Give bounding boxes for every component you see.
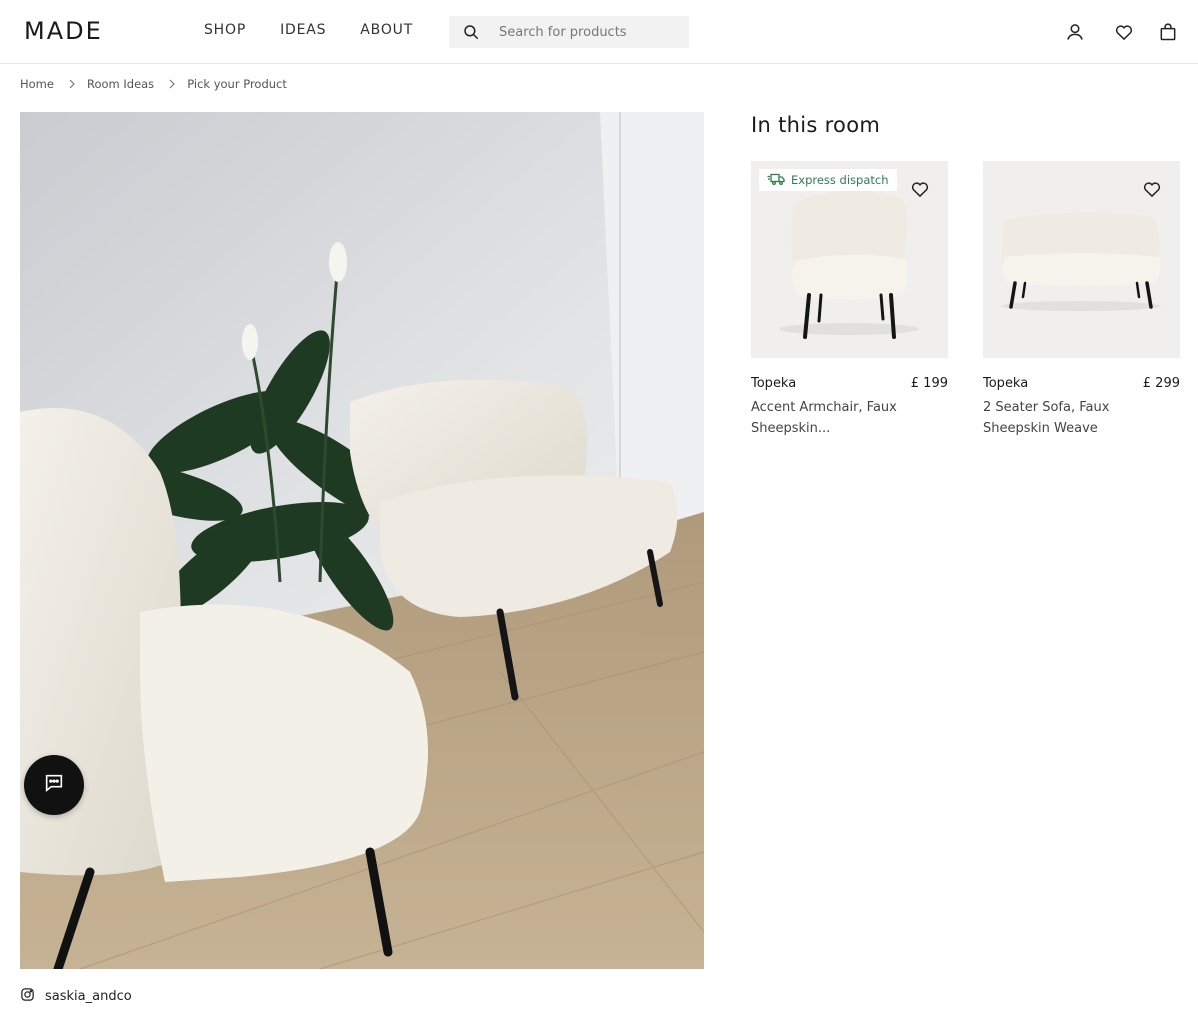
chat-button[interactable]: [24, 755, 84, 815]
logo[interactable]: MADE: [24, 17, 103, 45]
chevron-right-icon: [68, 79, 76, 89]
chat-icon: [43, 772, 65, 799]
room-photo: [20, 112, 704, 969]
heart-icon[interactable]: [1142, 179, 1162, 199]
breadcrumb: Home Room Ideas Pick your Product: [20, 77, 287, 91]
product-image[interactable]: Express dispatch: [751, 161, 948, 358]
product-price: £ 199: [910, 376, 948, 391]
badge-label: Express dispatch: [791, 173, 889, 187]
instagram-icon: [20, 987, 35, 1006]
product-card[interactable]: Express dispatch Topeka £ 199 Accent Arm…: [751, 161, 948, 439]
site-header: MADE SHOP IDEAS ABOUT: [0, 0, 1198, 64]
product-description[interactable]: Accent Armchair, Faux Sheepskin...: [751, 397, 901, 439]
credit-handle[interactable]: saskia_andco: [45, 989, 132, 1004]
product-info: Topeka £ 199 Accent Armchair, Faux Sheep…: [751, 376, 948, 439]
product-info: Topeka £ 299 2 Seater Sofa, Faux Sheepsk…: [983, 376, 1180, 439]
heart-icon[interactable]: [910, 179, 930, 199]
basket-icon[interactable]: [1156, 20, 1180, 44]
truck-icon: [767, 173, 785, 188]
express-dispatch-badge: Express dispatch: [759, 169, 897, 191]
chevron-right-icon: [168, 79, 176, 89]
breadcrumb-home[interactable]: Home: [20, 77, 54, 91]
product-card[interactable]: Topeka £ 299 2 Seater Sofa, Faux Sheepsk…: [983, 161, 1180, 439]
product-description[interactable]: 2 Seater Sofa, Faux Sheepskin Weave: [983, 397, 1133, 439]
nav-ideas[interactable]: IDEAS: [280, 22, 326, 38]
photo-credit[interactable]: saskia_andco: [20, 987, 132, 1006]
nav-shop[interactable]: SHOP: [204, 22, 246, 38]
nav-about[interactable]: ABOUT: [360, 22, 413, 38]
breadcrumb-current: Pick your Product: [187, 77, 287, 91]
product-price: £ 299: [1142, 376, 1180, 391]
account-icon[interactable]: [1063, 20, 1087, 44]
search-input[interactable]: [493, 24, 673, 40]
search-bar[interactable]: [449, 16, 689, 48]
breadcrumb-room-ideas[interactable]: Room Ideas: [87, 77, 154, 91]
wishlist-icon[interactable]: [1112, 20, 1136, 44]
main-nav: SHOP IDEAS ABOUT: [204, 22, 413, 38]
product-image[interactable]: [983, 161, 1180, 358]
room-illustration: [20, 112, 704, 969]
section-title: In this room: [751, 113, 881, 137]
search-icon[interactable]: [449, 16, 493, 48]
